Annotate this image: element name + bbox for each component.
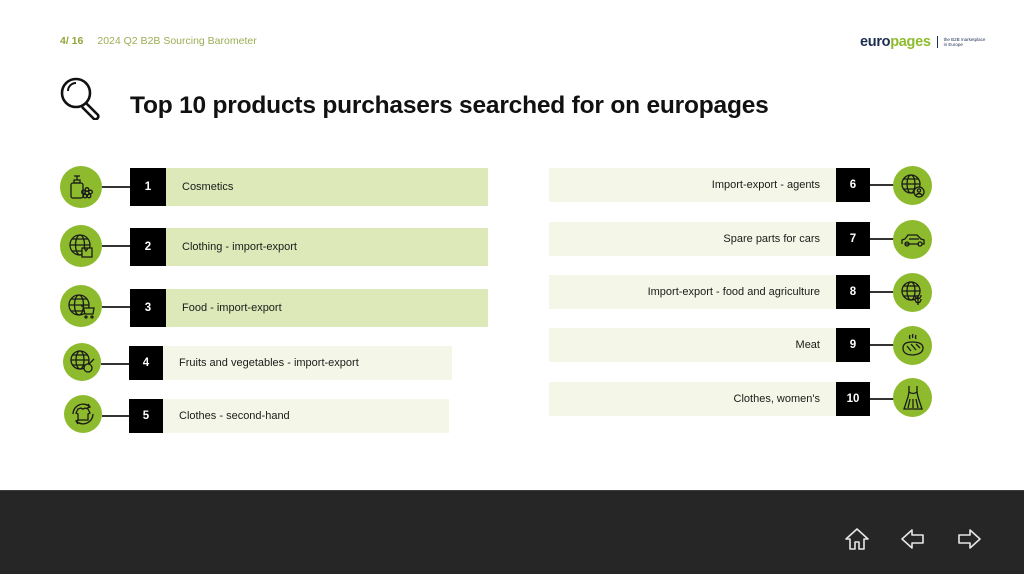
footer-bar <box>0 490 1024 574</box>
previous-slide-button[interactable] <box>900 527 926 551</box>
item-label: Import-export - agents <box>549 168 836 202</box>
rank-box: 4 <box>129 346 163 380</box>
rank-box: 2 <box>130 228 166 266</box>
globe-agent-icon <box>893 166 932 205</box>
connector-line <box>870 398 894 400</box>
item-label: Clothes, women's <box>549 382 836 416</box>
connector-line <box>102 415 129 417</box>
item-label: Meat <box>549 328 836 362</box>
rank-box: 9 <box>836 328 870 362</box>
page-indicator: 4/ 16 <box>60 35 84 47</box>
slide-title: Top 10 products purchasers searched for … <box>130 92 769 119</box>
globe-cart-icon <box>60 285 102 327</box>
item-label: Import-export - food and agriculture <box>549 275 836 309</box>
item-label: Clothing - import-export <box>166 228 488 266</box>
connector-line <box>870 238 894 240</box>
item-label: Cosmetics <box>166 168 488 206</box>
recycle-shirt-icon <box>64 395 102 433</box>
globe-leaf-icon <box>893 273 932 312</box>
logo-text-euro: euro <box>860 34 891 50</box>
connector-line <box>870 291 894 293</box>
connector-line <box>102 306 130 308</box>
rank-box: 8 <box>836 275 870 309</box>
slide-header: 4/ 16 2024 Q2 B2B Sourcing Barometer <box>60 35 257 47</box>
report-title: 2024 Q2 B2B Sourcing Barometer <box>97 35 257 47</box>
rank-box: 1 <box>130 168 166 206</box>
item-label: Food - import-export <box>166 289 488 327</box>
cosmetics-icon <box>60 166 102 208</box>
home-icon <box>845 528 869 550</box>
steak-icon <box>893 326 932 365</box>
connector-line <box>101 363 129 365</box>
globe-clothing-icon <box>60 225 102 267</box>
europages-logo: euro pages the B2B marketplace in Europe <box>860 34 988 50</box>
item-label: Fruits and vegetables - import-export <box>163 346 452 380</box>
logo-tagline: the B2B marketplace in Europe <box>943 37 986 47</box>
rank-box: 3 <box>130 289 166 327</box>
rank-box: 10 <box>836 382 870 416</box>
connector-line <box>870 184 894 186</box>
item-label: Spare parts for cars <box>549 222 836 256</box>
rank-box: 6 <box>836 168 870 202</box>
home-button[interactable] <box>844 527 870 551</box>
logo-text-pages: pages <box>890 34 931 50</box>
arrow-left-icon <box>901 529 924 549</box>
arrow-right-icon <box>958 529 981 549</box>
car-icon <box>893 220 932 259</box>
next-slide-button[interactable] <box>956 527 982 551</box>
dress-icon <box>893 378 932 417</box>
logo-separator <box>936 36 938 48</box>
connector-line <box>102 186 130 188</box>
rank-box: 7 <box>836 222 870 256</box>
search-icon <box>60 77 100 120</box>
globe-fruit-icon <box>63 343 101 381</box>
connector-line <box>870 344 894 346</box>
item-label: Clothes - second-hand <box>163 399 449 433</box>
connector-line <box>102 245 130 247</box>
rank-box: 5 <box>129 399 163 433</box>
